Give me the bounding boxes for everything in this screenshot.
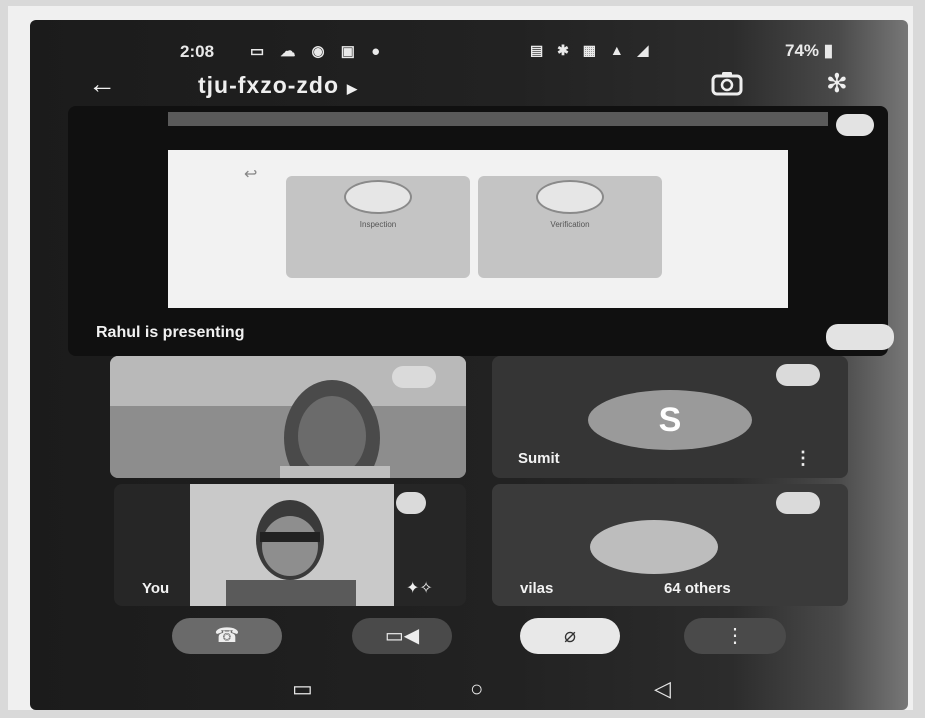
check-icon (536, 180, 604, 214)
self-video (190, 484, 394, 606)
battery-icon: ▮ (823, 41, 834, 60)
participant-tile-sumit[interactable]: S Sumit ⋮ (492, 356, 848, 478)
participant-tile-you[interactable]: You ✦✧ (114, 484, 466, 606)
phone-screen: 2:08 ▭ ☁ ◉ ▣ ● ▤ ✱ ▦ ▲ ◢ 74% ▮ ← tju-fxz… (30, 20, 908, 710)
meeting-code[interactable]: tju-fxzo-zdo ▶ (198, 72, 358, 99)
slide-card-title: Inspection (359, 220, 397, 229)
participant-avatar: S (588, 390, 752, 450)
more-options-icon[interactable] (836, 114, 874, 136)
more-options-icon: ⋮ (725, 625, 745, 647)
more-options-button[interactable]: ⋮ (684, 618, 786, 654)
battery-indicator: 74% ▮ (785, 41, 833, 61)
more-options-icon[interactable]: ⋮ (794, 448, 812, 469)
presenting-label: Rahul is presenting (96, 324, 245, 341)
participant-photo (590, 520, 718, 574)
slide-arrow-icon: ↩ (244, 166, 258, 183)
meeting-header: ← tju-fxzo-zdo ▶ ✻ (30, 66, 908, 106)
slide-window-titlebar (168, 112, 828, 126)
status-left-icons: ▭ ☁ ◉ ▣ ● (250, 43, 387, 60)
bluetooth-audio-icon[interactable]: ✻ (826, 68, 848, 99)
video-camera-icon: ▭◀ (384, 625, 420, 647)
mic-toggle-button[interactable]: ⌀ (520, 618, 620, 654)
battery-percent: 74% (785, 41, 820, 60)
slide-card-title: Verification (550, 220, 590, 229)
back-arrow-icon[interactable]: ← (88, 68, 116, 100)
effects-sparkle-icon[interactable]: ✦✧ (406, 578, 433, 598)
participant-tile-vilas[interactable]: vilas 64 others (492, 484, 848, 606)
others-count: 64 others (664, 580, 731, 597)
participant-name: Sumit (518, 450, 560, 467)
participant-name: You (142, 580, 170, 597)
recents-icon[interactable]: ▭ (292, 676, 313, 702)
status-time: 2:08 (180, 42, 215, 61)
end-call-button[interactable]: ☎ (172, 618, 282, 654)
status-right-icons: ▤ ✱ ▦ ▲ ◢ (530, 42, 654, 58)
home-icon[interactable]: ○ (470, 676, 483, 702)
mic-muted-icon (396, 492, 426, 514)
slide-card-inspection: Inspection (286, 176, 470, 278)
caret-right-icon: ▶ (347, 81, 359, 96)
back-triangle-icon[interactable]: ◁ (654, 676, 671, 702)
fullscreen-button[interactable] (826, 324, 894, 350)
camera-toggle-button[interactable]: ▭◀ (352, 618, 452, 654)
status-bar: 2:08 ▭ ☁ ◉ ▣ ● ▤ ✱ ▦ ▲ ◢ 74% ▮ (180, 40, 908, 64)
mic-muted-icon (776, 492, 820, 514)
presentation-tile[interactable]: ↩ Inspection Verification Rahul is prese… (68, 106, 894, 356)
magnifier-icon (344, 180, 412, 214)
call-controls: ☎ ▭◀ ⌀ ⋮ (30, 610, 908, 670)
photo-frame: 2:08 ▭ ☁ ◉ ▣ ● ▤ ✱ ▦ ▲ ◢ 74% ▮ ← tju-fxz… (8, 6, 913, 710)
end-call-icon: ☎ (214, 625, 240, 647)
meeting-code-text: tju-fxzo-zdo (198, 72, 340, 98)
participant-name: vilas (520, 580, 554, 597)
shared-slide: ↩ Inspection Verification (168, 150, 788, 308)
participant-tile-pinned[interactable] (110, 356, 466, 478)
android-nav-bar: ▭ ○ ◁ (30, 672, 908, 708)
slide-card-verification: Verification (478, 176, 662, 278)
speaking-indicator-icon (392, 366, 436, 388)
mic-off-icon: ⌀ (563, 625, 577, 647)
switch-camera-icon[interactable] (710, 70, 744, 98)
mic-muted-icon (776, 364, 820, 386)
